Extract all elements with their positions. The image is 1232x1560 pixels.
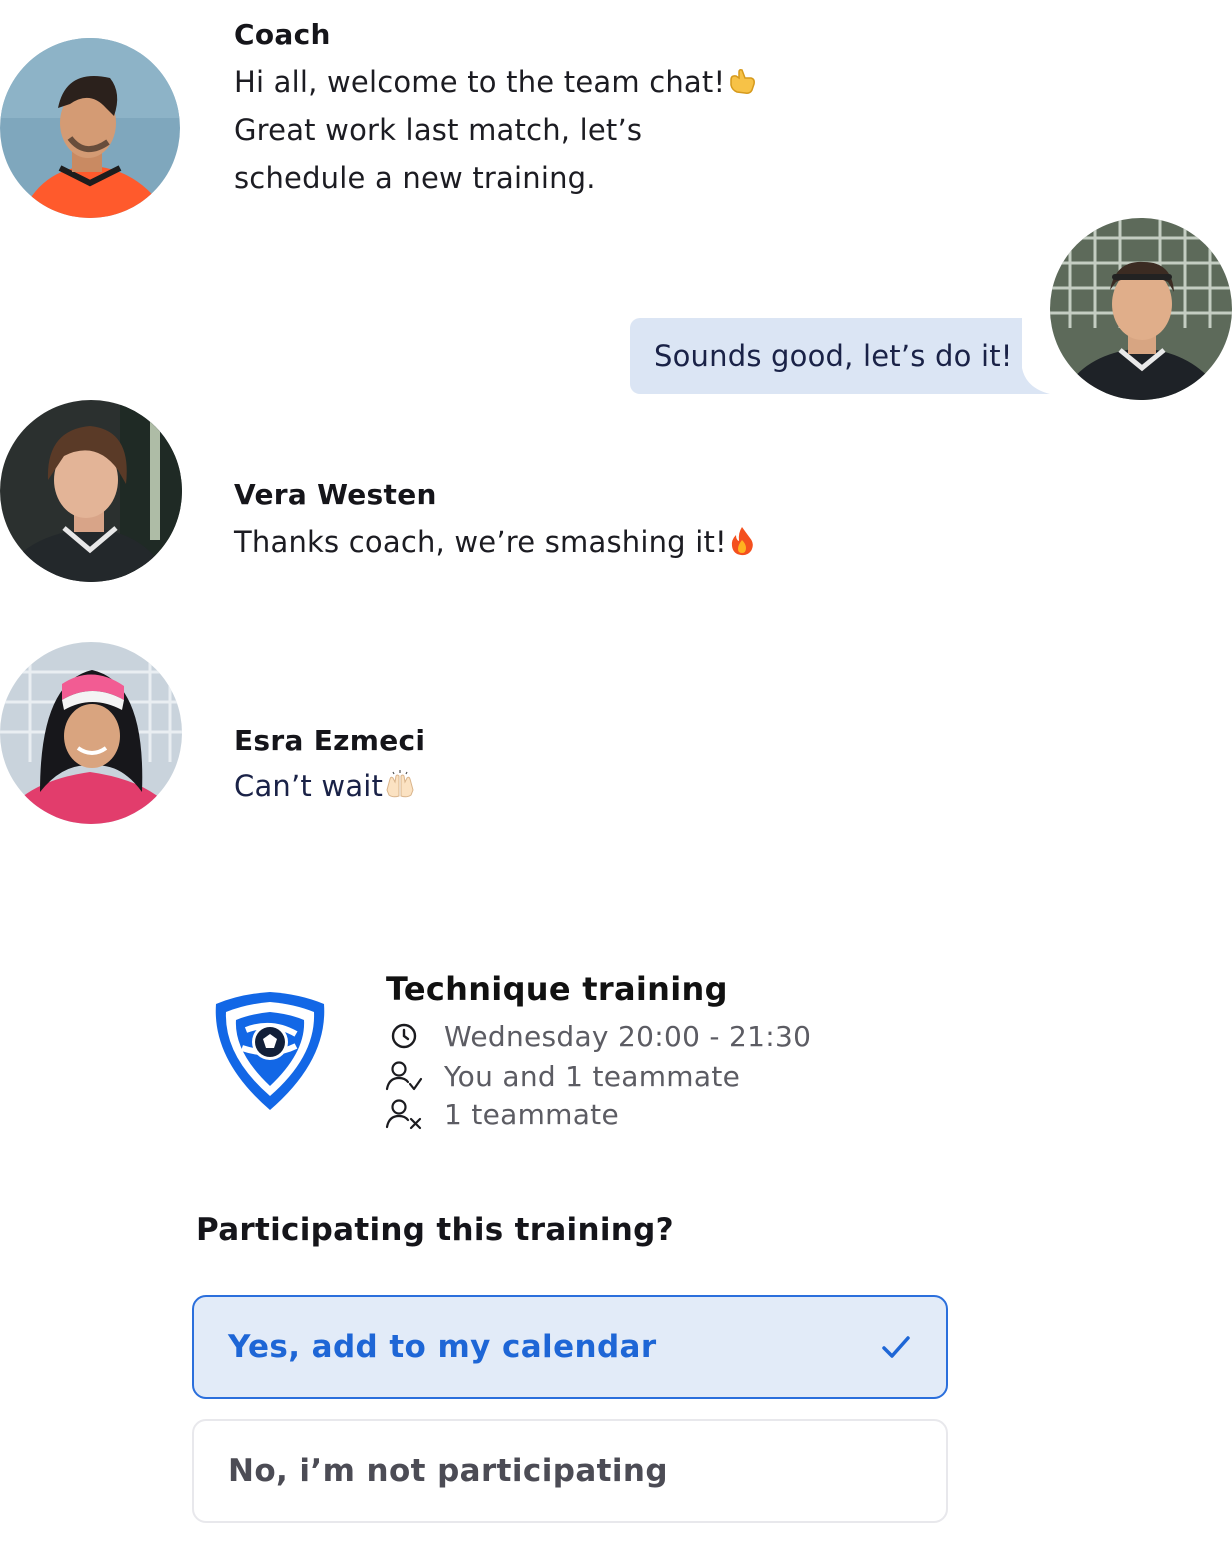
not-attending-count: 1 teammate (444, 1097, 619, 1131)
rsvp-yes-button[interactable]: Yes, add to my calendar (192, 1295, 948, 1399)
shield-football-logo-icon (212, 990, 328, 1114)
coach-photo (0, 38, 180, 218)
rsvp-no-button[interactable]: No, i’m not participating (192, 1419, 948, 1523)
avatar-me[interactable] (1050, 218, 1232, 400)
message-line: Hi all, welcome to the team chat! (234, 58, 757, 110)
avatar-vera-westen[interactable] (0, 400, 182, 582)
avatar-esra-ezmeci[interactable] (0, 642, 182, 824)
message-text: Can’t wait (234, 769, 384, 803)
raising-hands-emoji-icon (385, 766, 415, 814)
attending-row[interactable]: You and 1 teammate (384, 1056, 740, 1096)
message-line: Great work last match, let’s (234, 113, 643, 147)
message-line: schedule a new training. (234, 161, 596, 195)
avatar-coach[interactable] (0, 38, 180, 218)
clock-icon (384, 1016, 424, 1056)
fire-emoji-icon (729, 522, 755, 570)
message-text: Sounds good, let’s do it! (654, 339, 1013, 373)
sender-name-coach: Coach (234, 18, 331, 51)
attending-count: You and 1 teammate (444, 1059, 741, 1093)
sender-name-esra-ezmeci: Esra Ezmeci (234, 724, 426, 757)
training-time-row: Wednesday 20:00 - 21:30 (384, 1016, 811, 1056)
message-line: Can’t wait (234, 762, 415, 814)
training-title: Technique training (386, 970, 728, 1008)
rsvp-question: Participating this training? (196, 1212, 674, 1248)
user-check-icon (384, 1056, 424, 1096)
esra-photo (0, 642, 182, 824)
my-photo (1050, 218, 1232, 400)
message-text: Hi all, welcome to the team chat! (234, 65, 726, 99)
message-text: Thanks coach, we’re smashing it! (234, 525, 727, 559)
message-line: Thanks coach, we’re smashing it! (234, 518, 755, 570)
call-me-hand-emoji-icon (727, 62, 757, 110)
my-message-bubble: Sounds good, let’s do it! (630, 318, 1022, 394)
bubble-tail (1012, 318, 1050, 394)
sender-name-vera-westen: Vera Westen (234, 478, 437, 511)
user-x-icon (384, 1094, 424, 1134)
vera-photo (0, 400, 182, 582)
not-attending-row[interactable]: 1 teammate (384, 1094, 619, 1134)
checkmark-icon (882, 1336, 910, 1358)
rsvp-no-label: No, i’m not participating (228, 1453, 668, 1489)
training-time: Wednesday 20:00 - 21:30 (444, 1019, 812, 1053)
rsvp-yes-label: Yes, add to my calendar (228, 1329, 657, 1365)
